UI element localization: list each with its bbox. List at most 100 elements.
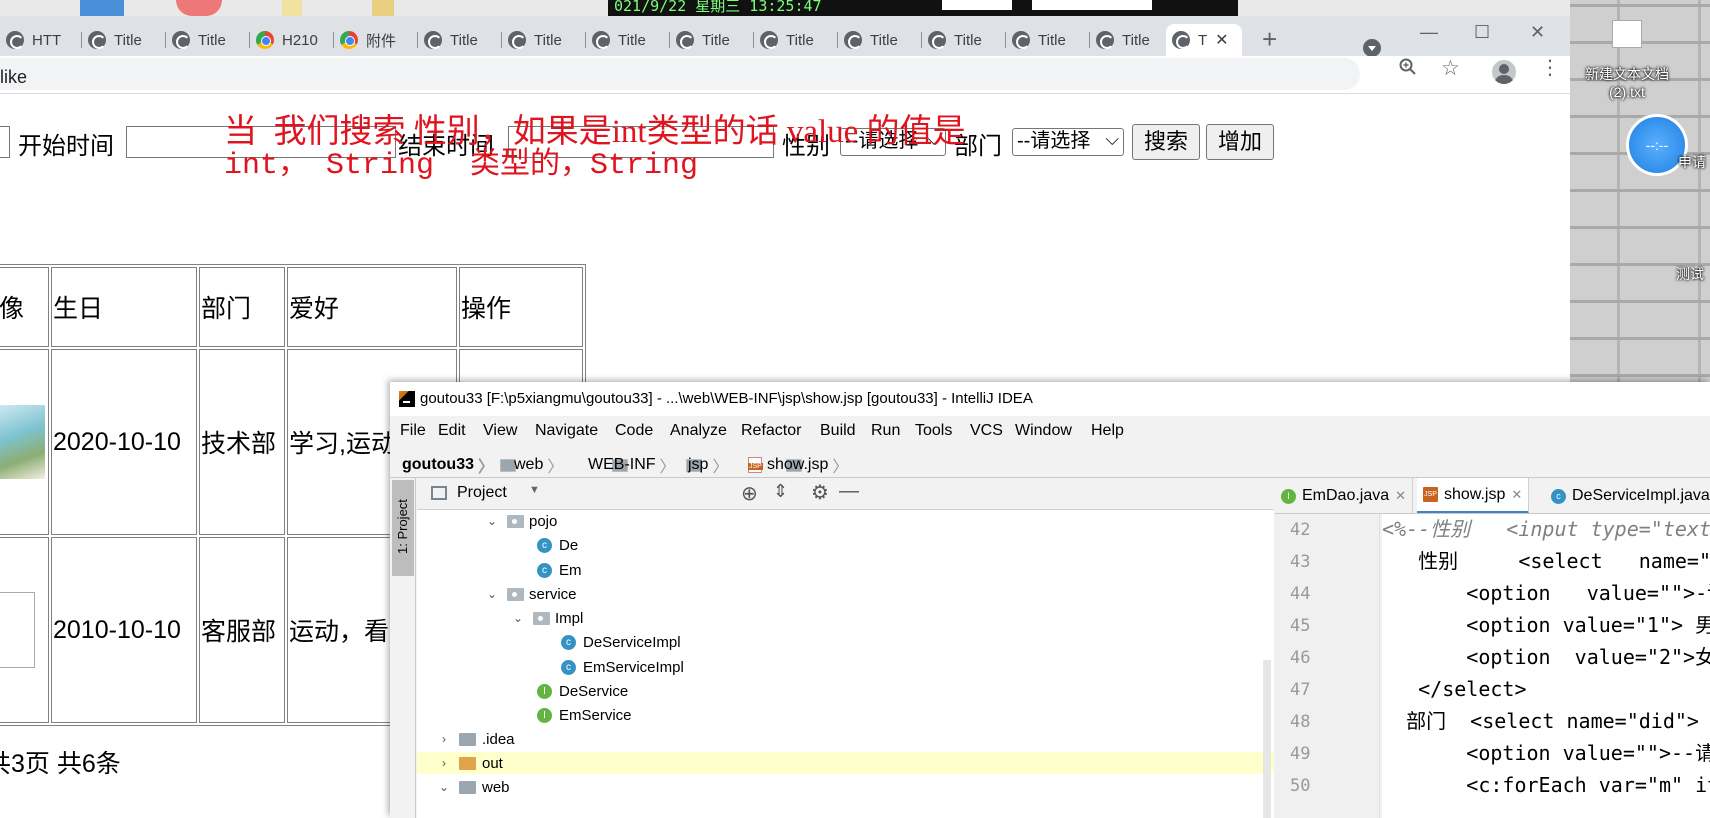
browser-tab[interactable]: Title (502, 24, 586, 56)
browser-tab[interactable]: 附件 (334, 24, 418, 56)
menu-help[interactable]: Help (1091, 422, 1124, 440)
collapse-all-icon[interactable]: ⇕ (773, 481, 788, 502)
dropdown-icon[interactable]: ▼ (529, 484, 540, 496)
bookmark-star-icon[interactable]: ☆ (1441, 56, 1460, 81)
line-number: 48 (1290, 712, 1311, 732)
browser-tab[interactable]: Title (1090, 24, 1166, 56)
tree-item-de[interactable]: c De (537, 534, 578, 556)
column-header: 爱好 (287, 267, 457, 347)
chevron-down-icon[interactable]: ⌄ (485, 514, 499, 528)
globe-icon (424, 31, 442, 49)
browser-tab[interactable]: HTT (0, 24, 82, 56)
editor-tab[interactable]: I EmDao.java ✕ (1275, 478, 1414, 513)
tree-item-service[interactable]: ⌄ service (485, 583, 577, 605)
tree-item-impl[interactable]: ⌄ Impl (511, 607, 583, 629)
tab-search-icon[interactable] (1363, 39, 1381, 57)
code-editor[interactable]: <%--性别 <input type="text" name="esex">--… (1382, 514, 1710, 818)
browser-tab-active[interactable]: T ✕ (1166, 24, 1242, 56)
menu-edit[interactable]: Edit (438, 422, 466, 440)
browser-tab[interactable]: H210 (250, 24, 334, 56)
close-icon[interactable]: ✕ (1395, 488, 1406, 504)
project-view-selector[interactable]: Project (457, 484, 507, 502)
menu-file[interactable]: File (400, 422, 426, 440)
breadcrumb-item[interactable]: WEB-INF 〉 (588, 453, 702, 477)
tree-item-deserviceimpl[interactable]: c DeServiceImpl (561, 631, 681, 653)
browser-tab[interactable]: Title (754, 24, 838, 56)
tree-item-web[interactable]: ⌄ web (437, 776, 510, 798)
project-tool-tab[interactable]: 1: Project (392, 480, 414, 576)
tree-item-em[interactable]: c Em (537, 559, 582, 581)
chevron-down-icon[interactable]: ⌄ (485, 587, 499, 601)
breadcrumb-item[interactable]: goutou33 〉 (402, 453, 516, 477)
dept-select[interactable]: --请选择 (1012, 128, 1124, 156)
browser-tab[interactable]: Title (838, 24, 922, 56)
menu-window[interactable]: Window (1015, 422, 1072, 440)
desktop-icon-label[interactable]: 申请 (1678, 152, 1706, 172)
globe-icon (928, 31, 946, 49)
menu-code[interactable]: Code (615, 422, 653, 440)
add-button[interactable]: 增加 (1206, 124, 1274, 160)
scrollbar[interactable] (1263, 660, 1271, 818)
close-tab-icon[interactable]: ✕ (1215, 30, 1228, 50)
tree-item-emservice[interactable]: I EmService (537, 704, 632, 726)
hide-panel-icon[interactable]: — (839, 480, 859, 503)
code-line: <option value="1"> 男</option> (1466, 613, 1710, 637)
tree-item-pojo[interactable]: ⌄ pojo (485, 510, 557, 532)
dept-cell: 客服部 (199, 537, 285, 723)
tree-item-label: De (559, 536, 579, 554)
globe-icon (844, 31, 862, 49)
menu-tools[interactable]: Tools (915, 422, 952, 440)
editor-tabs: I EmDao.java ✕ JSP show.jsp ✕ c DeServiceImpl… (1275, 478, 1710, 514)
maximize-button[interactable]: ☐ (1474, 22, 1490, 43)
close-window-button[interactable]: ✕ (1530, 22, 1545, 43)
editor-tab[interactable]: cDeServiceImpl.java✕ (1545, 478, 1710, 513)
more-menu-icon[interactable]: ⋮ (1540, 58, 1560, 78)
browser-tab[interactable]: Title (922, 24, 1006, 56)
browser-tab[interactable]: Title (82, 24, 166, 56)
browser-tab[interactable]: Title (418, 24, 502, 56)
menu-view[interactable]: View (483, 422, 517, 440)
profile-avatar[interactable] (1492, 60, 1516, 84)
tree-item-deservice[interactable]: I DeService (537, 680, 628, 702)
search-button[interactable]: 搜索 (1132, 124, 1200, 160)
line-number-gutter: 42 43 44 45 46 47 48 49 50 (1275, 514, 1380, 818)
column-header: 部门 (199, 267, 285, 347)
chevron-down-icon[interactable]: ⌄ (511, 611, 525, 625)
chevron-right-icon[interactable]: › (437, 756, 451, 770)
tree-item-idea[interactable]: › .idea (437, 728, 515, 750)
browser-tab[interactable]: Title (586, 24, 670, 56)
menu-run[interactable]: Run (871, 422, 900, 440)
tree-item-emserviceimpl[interactable]: c EmServiceImpl (561, 656, 684, 678)
gear-icon[interactable]: ⚙ (811, 480, 829, 505)
breadcrumb-label: jsp (688, 456, 709, 473)
table-header-row: 像 生日 部门 爱好 操作 (0, 267, 583, 347)
tree-item-label: EmService (559, 706, 632, 724)
new-tab-button[interactable]: + (1262, 26, 1277, 52)
menu-build[interactable]: Build (820, 422, 856, 440)
address-bar[interactable]: like (0, 58, 1360, 90)
breadcrumb-label: goutou33 (402, 456, 474, 473)
zoom-icon[interactable] (1399, 58, 1417, 76)
breadcrumb-item[interactable]: show.jsp〉 (748, 453, 848, 477)
chevron-right-icon[interactable]: › (437, 732, 451, 746)
text-input[interactable] (0, 126, 10, 158)
clock-text: 021/9/22 星期三 13:25:47 (614, 0, 822, 15)
breadcrumb-item[interactable]: jsp 〉 (688, 453, 802, 477)
browser-tab[interactable]: Title (166, 24, 250, 56)
tree-item-out[interactable]: › out (417, 752, 1274, 774)
browser-tab[interactable]: Title (1006, 24, 1090, 56)
intellij-window: goutou33 [F:\p5xiangmu\goutou33] - ...\w… (390, 382, 1710, 818)
chevron-down-icon[interactable]: ⌄ (437, 780, 451, 794)
close-icon[interactable]: ✕ (1511, 487, 1522, 503)
locate-icon[interactable]: ⊕ (741, 481, 758, 506)
desktop-icon-label[interactable]: 测试 (1676, 264, 1704, 284)
menu-refactor[interactable]: Refactor (741, 422, 801, 440)
desktop-file-icon[interactable]: 新建文本文档 (2).txt (1572, 20, 1682, 100)
menu-analyze[interactable]: Analyze (670, 422, 727, 440)
breadcrumb-item[interactable]: web 〉 (514, 453, 628, 477)
menu-navigate[interactable]: Navigate (535, 422, 598, 440)
editor-tab-active[interactable]: JSP show.jsp ✕ (1417, 478, 1530, 513)
minimize-button[interactable]: — (1420, 22, 1438, 43)
browser-tab[interactable]: Title (670, 24, 754, 56)
menu-vcs[interactable]: VCS (970, 422, 1003, 440)
